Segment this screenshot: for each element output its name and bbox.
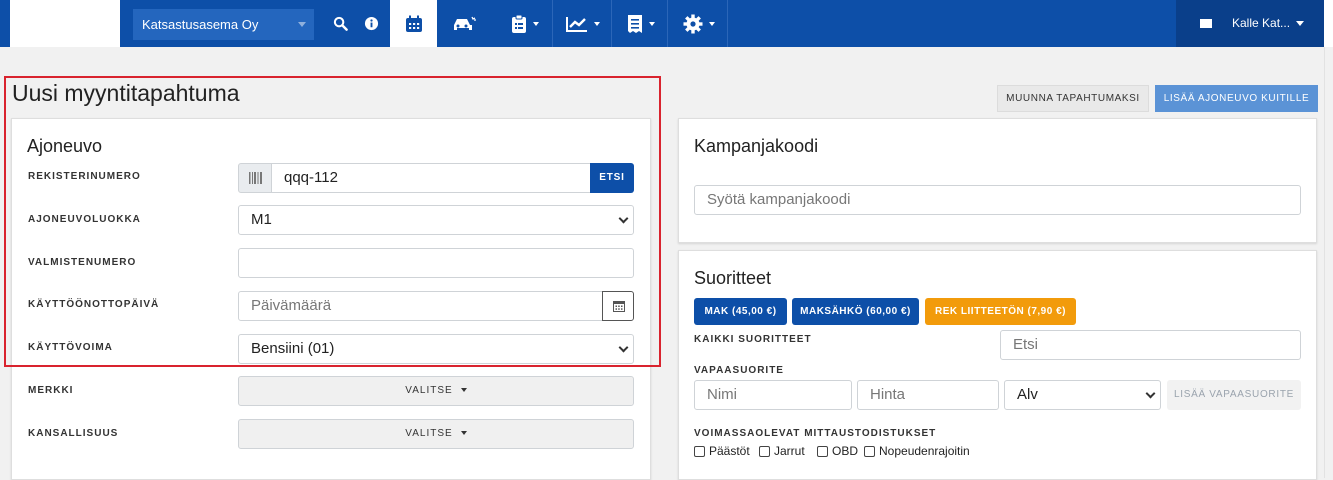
caret-down-icon — [593, 21, 600, 26]
quick-service-maksahko-button[interactable]: MAKSÄHKÖ (60,00 €) — [792, 298, 919, 325]
caret-down-icon — [533, 21, 539, 26]
caret-down-icon — [460, 388, 467, 393]
free-service-label: VAPAASUORITE — [694, 365, 784, 376]
nationality-select-label: VALITSE — [405, 428, 453, 439]
chart-menu[interactable] — [560, 0, 605, 47]
nav-divider — [611, 0, 612, 47]
valid-certificates-label: VOIMASSAOLEVAT MITTAUSTODISTUKSET — [694, 428, 937, 439]
nationality-select-button[interactable]: VALITSE — [238, 419, 634, 449]
nationality-label: KANSALLISUUS — [28, 428, 119, 439]
checkbox-box[interactable] — [817, 445, 828, 457]
free-service-price-input[interactable]: Hinta — [857, 380, 999, 410]
quick-service-rek-button[interactable]: REK LIITTEETÖN (7,90 €) — [925, 298, 1076, 325]
cert-label: OBD — [832, 444, 859, 458]
cert-label: Päästöt — [709, 444, 750, 458]
caret-down-icon — [649, 21, 655, 26]
info-icon[interactable] — [358, 0, 385, 47]
free-service-name-input[interactable]: Nimi — [694, 380, 852, 410]
campaign-section-title: Kampanjakoodi — [694, 136, 819, 156]
cert-obd-checkbox[interactable]: OBD — [817, 444, 858, 458]
receipt-menu[interactable] — [620, 0, 662, 47]
convert-to-event-button[interactable]: MUUNNA TAPAHTUMAKSI — [997, 85, 1149, 112]
caret-down-icon — [298, 22, 306, 27]
nav-divider — [667, 0, 668, 47]
clipboard-menu[interactable] — [505, 0, 545, 47]
free-service-vat-select[interactable]: Alv — [1004, 380, 1161, 410]
nav-divider — [727, 0, 728, 47]
cert-label: Nopeudenrajoitin — [879, 444, 970, 458]
gear-icon — [683, 14, 703, 33]
vat-value: Alv — [1017, 386, 1038, 403]
cert-label: Jarrut — [774, 444, 805, 458]
quick-service-mak-button[interactable]: MAK (45,00 €) — [694, 298, 787, 325]
checkbox-box[interactable] — [694, 445, 705, 457]
add-free-service-button[interactable]: LISÄÄ VAPAASUORITE — [1167, 380, 1301, 410]
user-menu[interactable]: Kalle Kat... — [1232, 0, 1305, 47]
chart-icon — [565, 16, 587, 32]
car-icon[interactable] — [446, 0, 482, 47]
company-select[interactable]: Katsastusasema Oy — [133, 9, 314, 40]
clipboard-icon — [512, 14, 526, 33]
top-navbar: Katsastusasema Oy Kalle Kat... — [0, 0, 1333, 47]
company-select-value: Katsastusasema Oy — [142, 17, 259, 32]
window-edge — [1324, 0, 1333, 47]
mail-icon[interactable] — [1200, 19, 1212, 28]
cert-brakes-checkbox[interactable]: Jarrut — [759, 444, 805, 458]
campaign-code-input[interactable]: Syötä kampanjakoodi — [694, 185, 1301, 215]
scrollbar[interactable] — [1324, 47, 1333, 478]
brand-label: MERKKI — [28, 385, 74, 396]
services-search-input[interactable]: Etsi — [1000, 330, 1301, 360]
search-icon[interactable] — [327, 0, 354, 47]
add-vehicle-to-receipt-button[interactable]: LISÄÄ AJONEUVO KUITILLE — [1155, 85, 1318, 112]
checkbox-box[interactable] — [759, 445, 770, 457]
all-services-label: KAIKKI SUORITTEET — [694, 334, 812, 345]
brand-select-button[interactable]: VALITSE — [238, 376, 634, 406]
calendar-icon[interactable] — [390, 0, 437, 47]
highlight-box — [4, 76, 661, 367]
receipt-icon — [628, 14, 642, 33]
checkbox-box[interactable] — [864, 445, 875, 457]
caret-down-icon — [460, 431, 467, 436]
user-name: Kalle Kat... — [1232, 16, 1291, 30]
cert-emissions-checkbox[interactable]: Päästöt — [694, 444, 750, 458]
caret-down-icon — [709, 21, 715, 26]
cert-speed-limiter-checkbox[interactable]: Nopeudenrajoitin — [864, 444, 970, 458]
brand-select-label: VALITSE — [405, 385, 453, 396]
settings-menu[interactable] — [676, 0, 722, 47]
nav-divider — [552, 0, 553, 47]
services-section-title: Suoritteet — [694, 268, 772, 288]
logo-area — [10, 0, 120, 47]
chevron-down-icon — [1145, 388, 1156, 399]
caret-down-icon — [1296, 21, 1305, 27]
